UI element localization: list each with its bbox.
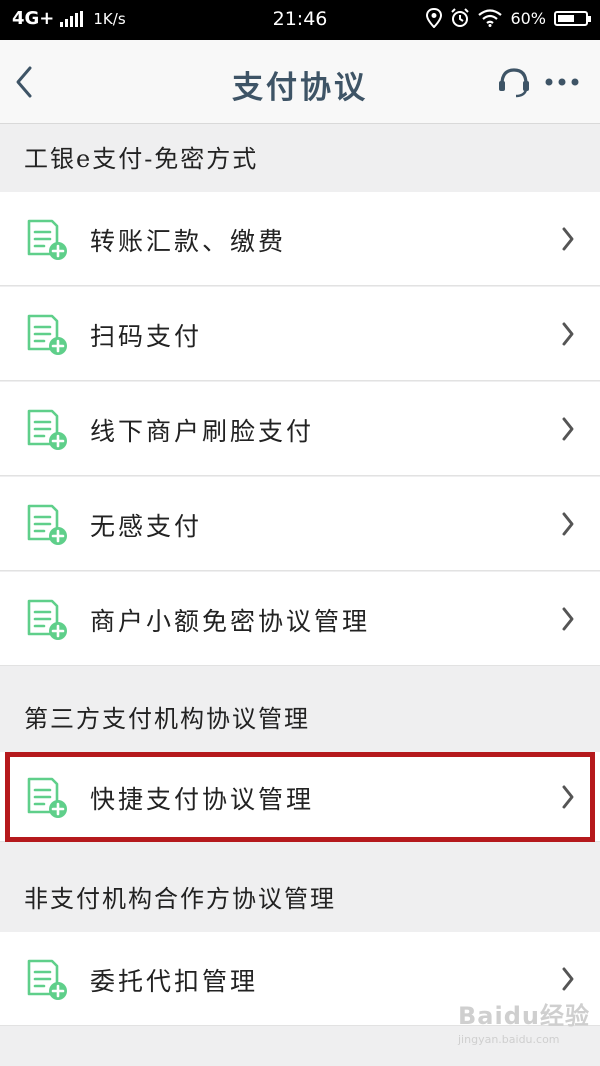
section-header: 工银e支付-免密方式 [24,145,259,173]
watermark-logo: Baidu经验 [458,1002,590,1030]
more-button[interactable] [542,64,582,100]
list-item-label: 委托代扣管理 [90,967,259,996]
status-right: 60% [426,8,591,28]
list-item-label: 商户小额免密协议管理 [90,607,371,636]
wifi-icon [478,9,503,27]
section-header: 非支付机构合作方协议管理 [24,885,336,913]
battery-percent: 60% [510,8,546,28]
chevron-right-icon [562,417,574,441]
list-item-label: 线下商户刷脸支付 [90,417,315,446]
chevron-right-icon [562,512,574,536]
document-add-icon [27,314,67,355]
battery-icon [554,10,591,26]
customer-service-button[interactable] [496,64,532,100]
alarm-icon [451,8,470,27]
watermark-url: jingyan.baidu.com [458,1033,560,1046]
list-item[interactable]: 扫码支付 [0,287,600,381]
list-item[interactable]: 转账汇款、缴费 [0,192,600,286]
list-item-label: 无感支付 [90,512,203,541]
document-add-icon [27,599,67,640]
chevron-right-icon [562,967,574,991]
watermark: Baidu经验 jingyan.baidu.com [458,996,598,1056]
document-add-icon [27,219,67,260]
highlight-box [5,752,595,842]
navigation-bar: 支付协议 [0,40,600,124]
location-icon [426,8,443,28]
document-add-icon [27,409,67,450]
list-item-label: 转账汇款、缴费 [90,227,287,256]
section-header: 第三方支付机构协议管理 [24,705,310,733]
document-add-icon [27,959,67,1000]
chevron-right-icon [562,607,574,631]
list-item[interactable]: 商户小额免密协议管理 [0,572,600,666]
list-item[interactable]: 线下商户刷脸支付 [0,382,600,476]
status-bar: 4G+ 1K/s 21:46 60% [0,0,600,40]
list-item[interactable]: 无感支付 [0,477,600,571]
list-item-label: 扫码支付 [90,322,203,351]
chevron-right-icon [562,322,574,346]
document-add-icon [27,504,67,545]
chevron-right-icon [562,227,574,251]
